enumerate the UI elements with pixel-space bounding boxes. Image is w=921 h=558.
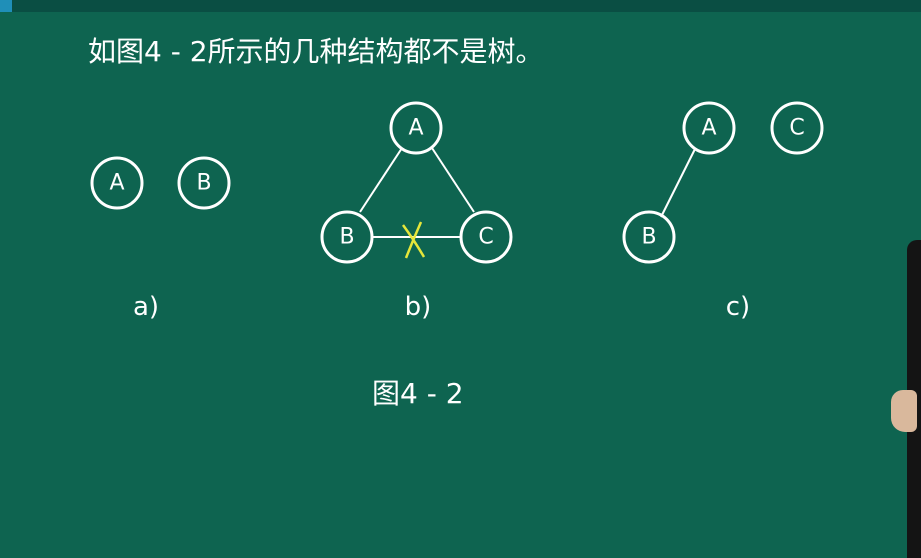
diagram-b: A B C b) xyxy=(320,101,513,322)
node-a-A: A xyxy=(90,156,144,210)
node-b-A: A xyxy=(389,101,443,155)
diagram-a: A B a) xyxy=(90,156,231,322)
edge-b-A-C xyxy=(431,147,475,213)
node-label: A xyxy=(701,116,716,141)
presenter-hand xyxy=(891,390,917,432)
cross-mark xyxy=(401,221,426,259)
node-label: B xyxy=(339,225,354,250)
node-c-C: C xyxy=(770,101,824,155)
edge-b-A-B xyxy=(359,147,403,213)
node-c-B: B xyxy=(622,210,676,264)
diagram-b-label: b) xyxy=(405,292,432,322)
node-label: B xyxy=(196,171,211,196)
edge-c-A-B xyxy=(660,148,696,218)
node-label: C xyxy=(789,116,804,141)
figure-caption: 图4 - 2 xyxy=(372,377,464,410)
presenter-silhouette xyxy=(891,240,921,558)
node-label: B xyxy=(641,225,656,250)
node-a-B: B xyxy=(177,156,231,210)
node-b-C: C xyxy=(459,210,513,264)
diagram-c-label: c) xyxy=(726,292,750,322)
node-b-B: B xyxy=(320,210,374,264)
node-c-A: A xyxy=(682,101,736,155)
node-label: C xyxy=(478,225,493,250)
node-label: A xyxy=(408,116,423,141)
diagram-a-label: a) xyxy=(133,292,159,322)
tree-diagrams: A B a) A B C b) A C B c) xyxy=(90,101,824,322)
chalkboard-slide: 如图4 - 2所示的几种结构都不是树。 A B a) A B C b) A C … xyxy=(0,0,921,558)
diagram-c: A C B c) xyxy=(622,101,824,322)
node-label: A xyxy=(109,171,124,196)
